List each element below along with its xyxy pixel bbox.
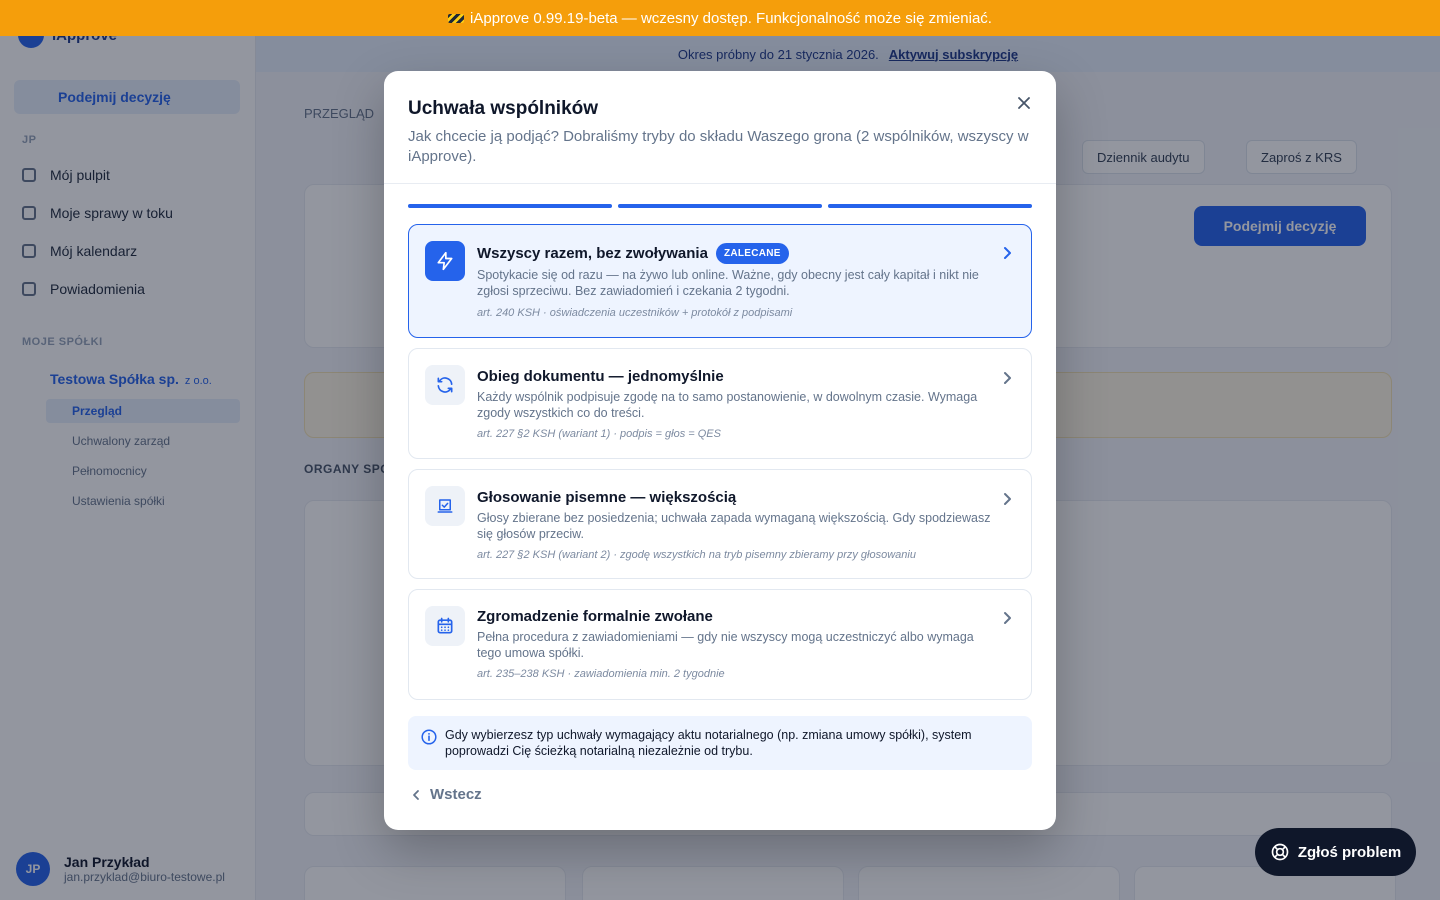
- option-title: Zgromadzenie formalnie zwołane: [477, 608, 713, 625]
- notary-info-note: Gdy wybierzesz typ uchwały wymagający ak…: [408, 716, 1032, 770]
- option-title: Głosowanie pisemne — większością: [477, 489, 737, 506]
- option-written-vote[interactable]: Głosowanie pisemne — większością Głosy z…: [408, 469, 1032, 579]
- chevron-left-icon: [413, 789, 419, 800]
- option-legal-reference: art. 227 §2 KSH (wariant 2) · zgodę wszy…: [477, 549, 916, 561]
- option-legal-reference: art. 227 §2 KSH (wariant 1) · podpis = g…: [477, 428, 721, 440]
- option-title: Obieg dokumentu — jednomyślnie: [477, 368, 724, 385]
- report-problem-button[interactable]: Zgłoś problem: [1255, 828, 1416, 876]
- report-problem-label: Zgłoś problem: [1297, 843, 1402, 861]
- option-description: Każdy wspólnik podpisuje zgodę na to sam…: [477, 390, 978, 420]
- option-icon-box: [425, 365, 465, 405]
- info-text: Gdy wybierzesz typ uchwały wymagający ak…: [445, 728, 972, 758]
- beta-banner: iApprove 0.99.19-beta — wczesny dostęp. …: [0, 0, 1440, 36]
- option-icon-box: [425, 241, 465, 281]
- option-description: Spotykacie się od razu — na żywo lub onl…: [477, 268, 979, 298]
- construction-icon: [448, 13, 465, 23]
- step-bar: [618, 204, 822, 208]
- dialog-title: Uchwała wspólników: [408, 98, 599, 119]
- info-icon: [421, 729, 437, 745]
- lightning-icon: [437, 251, 453, 271]
- option-legal-reference: art. 240 KSH · oświadczenia uczestników …: [477, 307, 793, 319]
- option-document-circulation[interactable]: Obieg dokumentu — jednomyślnie Każdy wsp…: [408, 348, 1032, 459]
- dialog-subtitle: Jak chcecie ją podjąć? Dobraliśmy tryby …: [408, 128, 1029, 165]
- chevron-right-icon: [1004, 372, 1011, 384]
- close-icon: [1018, 97, 1030, 109]
- option-all-together[interactable]: Wszyscy razem, bez zwoływania ZALECANE S…: [408, 224, 1032, 338]
- recommended-badge: ZALECANE: [715, 243, 789, 264]
- chevron-right-icon: [1004, 247, 1011, 259]
- back-button[interactable]: Wstecz: [410, 786, 482, 803]
- calendar-icon: [437, 617, 453, 634]
- dialog-divider: [384, 183, 1056, 184]
- step-bar: [828, 204, 1032, 208]
- chevron-right-icon: [1004, 612, 1011, 624]
- ballot-icon: [437, 499, 453, 513]
- option-legal-reference: art. 235–238 KSH · zawiadomienia min. 2 …: [477, 668, 725, 680]
- step-progress: [408, 204, 1032, 208]
- close-button[interactable]: [1014, 93, 1034, 113]
- option-title: Wszyscy razem, bez zwoływania: [477, 245, 708, 262]
- option-formal-meeting[interactable]: Zgromadzenie formalnie zwołane Pełna pro…: [408, 589, 1032, 700]
- option-icon-box: [425, 486, 465, 526]
- back-label: Wstecz: [430, 786, 482, 803]
- resolution-mode-dialog: Uchwała wspólników Jak chcecie ją podjąć…: [384, 71, 1056, 830]
- lifebuoy-icon: [1271, 843, 1289, 861]
- option-description: Głosy zbierane bez posiedzenia; uchwała …: [477, 511, 991, 541]
- beta-banner-text: iApprove 0.99.19-beta — wczesny dostęp. …: [470, 9, 992, 27]
- refresh-icon: [437, 377, 453, 393]
- chevron-right-icon: [1004, 493, 1011, 505]
- option-description: Pełna procedura z zawiadomieniami — gdy …: [477, 630, 974, 660]
- step-bar: [408, 204, 612, 208]
- option-icon-box: [425, 606, 465, 646]
